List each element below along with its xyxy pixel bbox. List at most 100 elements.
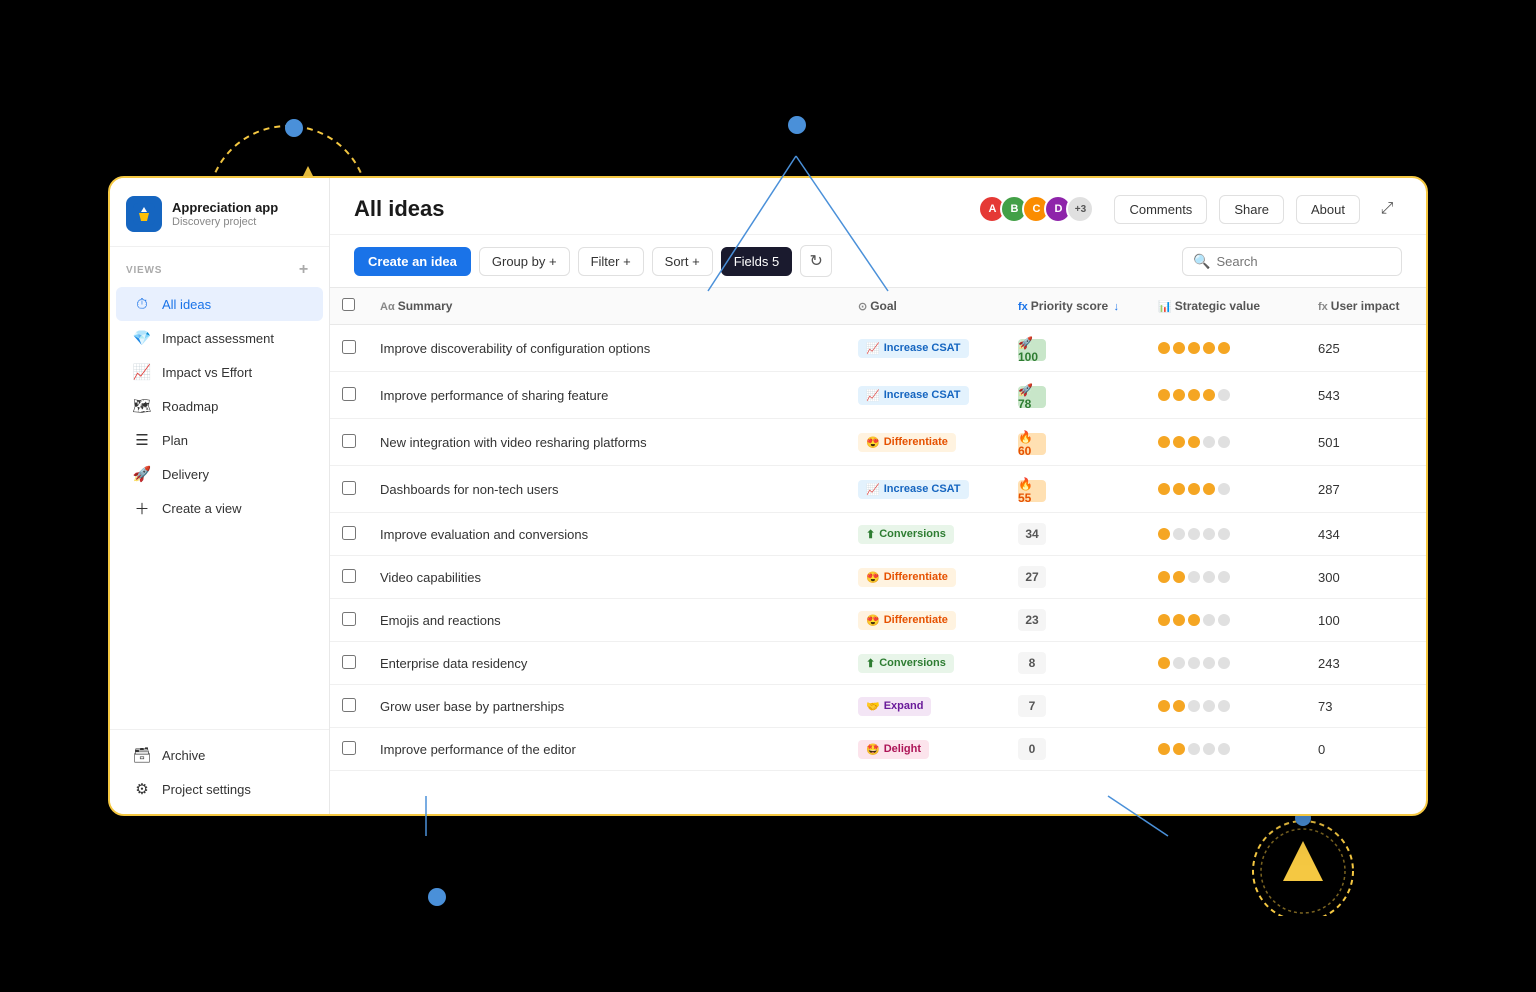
row-checkbox[interactable] — [342, 481, 356, 495]
sidebar-item-create-view[interactable]: ＋ Create a view — [116, 491, 323, 525]
search-input[interactable] — [1216, 254, 1391, 269]
sidebar-item-impact-assessment[interactable]: 💎 Impact assessment — [116, 321, 323, 355]
row-check[interactable] — [330, 685, 368, 728]
create-idea-button[interactable]: Create an idea — [354, 247, 471, 276]
expand-icon[interactable]: ⤢ — [1372, 194, 1402, 224]
select-all-checkbox[interactable] — [342, 298, 355, 311]
sidebar-header: Appreciation app Discovery project — [110, 178, 329, 247]
strategic-dot-filled — [1158, 743, 1170, 755]
row-checkbox[interactable] — [342, 434, 356, 448]
col-header-strategic[interactable]: 📊Strategic value — [1146, 288, 1306, 325]
main-content: All ideas A B C D +3 Comments Share Abou… — [330, 178, 1426, 814]
sidebar-item-plan[interactable]: ☰ Plan — [116, 423, 323, 457]
strategic-dot-filled — [1188, 483, 1200, 495]
row-check[interactable] — [330, 513, 368, 556]
row-checkbox[interactable] — [342, 340, 356, 354]
sidebar-item-archive[interactable]: 🗃 Archive — [116, 738, 323, 772]
row-strategic — [1146, 556, 1306, 599]
sidebar-item-roadmap[interactable]: 🗺 Roadmap — [116, 389, 323, 423]
sort-button[interactable]: Sort + — [652, 247, 713, 276]
strategic-dot-empty — [1173, 657, 1185, 669]
strategic-dot-filled — [1188, 436, 1200, 448]
table-row: Enterprise data residency ⬆ Conversions … — [330, 642, 1426, 685]
sidebar-label-project-settings: Project settings — [162, 782, 251, 797]
top-bar: All ideas A B C D +3 Comments Share Abou… — [330, 178, 1426, 235]
strategic-dot-filled — [1203, 483, 1215, 495]
strategic-dot-empty — [1203, 743, 1215, 755]
row-goal: 😍 Differentiate — [846, 556, 1006, 599]
strategic-dot-empty — [1188, 700, 1200, 712]
col-header-impact[interactable]: fxUser impact — [1306, 288, 1426, 325]
row-check[interactable] — [330, 728, 368, 771]
sidebar-item-delivery[interactable]: 🚀 Delivery — [116, 457, 323, 491]
table-row: Dashboards for non-tech users 📈 Increase… — [330, 466, 1426, 513]
row-strategic — [1146, 466, 1306, 513]
row-check[interactable] — [330, 325, 368, 372]
row-checkbox[interactable] — [342, 612, 356, 626]
table-row: New integration with video resharing pla… — [330, 419, 1426, 466]
col-header-goal[interactable]: ⊙Goal — [846, 288, 1006, 325]
row-goal: ⬆ Conversions — [846, 513, 1006, 556]
row-checkbox[interactable] — [342, 655, 356, 669]
share-button[interactable]: Share — [1219, 195, 1284, 224]
strategic-dot-filled — [1158, 657, 1170, 669]
impact-vs-effort-icon: 📈 — [132, 362, 152, 382]
sidebar-nav: ⏱ All ideas 💎 Impact assessment 📈 Impact… — [110, 283, 329, 729]
col-header-summary[interactable]: AαSummary — [368, 288, 846, 325]
strategic-dot-empty — [1188, 528, 1200, 540]
sidebar-item-project-settings[interactable]: ⚙ Project settings — [116, 772, 323, 806]
row-checkbox[interactable] — [342, 741, 356, 755]
row-goal: 😍 Differentiate — [846, 419, 1006, 466]
row-check[interactable] — [330, 466, 368, 513]
fields-button[interactable]: Fields 5 — [721, 247, 793, 276]
row-impact: 434 — [1306, 513, 1426, 556]
row-check[interactable] — [330, 419, 368, 466]
row-check[interactable] — [330, 556, 368, 599]
table-row: Improve performance of sharing feature 📈… — [330, 372, 1426, 419]
strategic-dots — [1158, 743, 1294, 755]
search-box[interactable]: 🔍 — [1182, 247, 1402, 276]
row-checkbox[interactable] — [342, 569, 356, 583]
row-goal: ⬆ Conversions — [846, 642, 1006, 685]
row-checkbox[interactable] — [342, 526, 356, 540]
group-by-button[interactable]: Group by + — [479, 247, 570, 276]
app-info: Appreciation app Discovery project — [172, 200, 278, 228]
comments-button[interactable]: Comments — [1114, 195, 1207, 224]
priority-score-badge: 23 — [1018, 609, 1046, 631]
goal-badge: 🤩 Delight — [858, 740, 929, 759]
add-view-icon[interactable]: + — [295, 261, 313, 279]
refresh-button[interactable]: ↻ — [800, 245, 832, 277]
row-checkbox[interactable] — [342, 387, 356, 401]
row-summary: Improve discoverability of configuration… — [368, 325, 846, 372]
sidebar: Appreciation app Discovery project VIEWS… — [110, 178, 330, 814]
priority-score-badge: 0 — [1018, 738, 1046, 760]
sidebar-item-impact-vs-effort[interactable]: 📈 Impact vs Effort — [116, 355, 323, 389]
row-impact: 625 — [1306, 325, 1426, 372]
sidebar-item-all-ideas[interactable]: ⏱ All ideas — [116, 287, 323, 321]
strategic-dots — [1158, 389, 1294, 401]
strategic-dots — [1158, 436, 1294, 448]
row-check[interactable] — [330, 599, 368, 642]
row-priority: 🚀 78 — [1006, 372, 1146, 419]
goal-badge: ⬆ Conversions — [858, 525, 954, 544]
views-section-label: VIEWS + — [110, 247, 329, 283]
row-checkbox[interactable] — [342, 698, 356, 712]
search-icon: 🔍 — [1193, 253, 1210, 270]
goal-emoji: 😍 — [866, 436, 880, 449]
goal-badge: ⬆ Conversions — [858, 654, 954, 673]
row-check[interactable] — [330, 642, 368, 685]
row-goal: 😍 Differentiate — [846, 599, 1006, 642]
col-header-priority[interactable]: fxPriority score ↓ — [1006, 288, 1146, 325]
strategic-dot-filled — [1158, 614, 1170, 626]
table-row: Emojis and reactions 😍 Differentiate 23 … — [330, 599, 1426, 642]
filter-button[interactable]: Filter + — [578, 247, 644, 276]
app-card: Appreciation app Discovery project VIEWS… — [108, 176, 1428, 816]
row-check[interactable] — [330, 372, 368, 419]
strategic-dot-filled — [1203, 389, 1215, 401]
row-goal: 🤝 Expand — [846, 685, 1006, 728]
roadmap-icon: 🗺 — [132, 396, 152, 416]
row-priority: 23 — [1006, 599, 1146, 642]
ideas-table: AαSummary ⊙Goal fxPriority score ↓ 📊Stra… — [330, 288, 1426, 771]
about-button[interactable]: About — [1296, 195, 1360, 224]
row-summary: New integration with video resharing pla… — [368, 419, 846, 466]
